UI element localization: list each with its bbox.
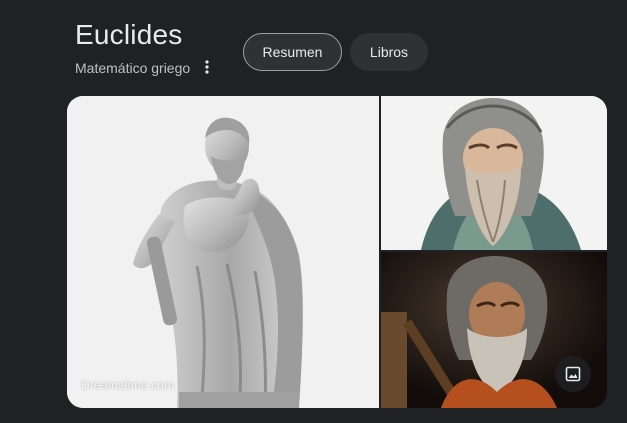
image-gallery: Dreamstime.com — [67, 96, 607, 408]
more-vert-icon — [205, 60, 209, 74]
statue-illustration — [67, 96, 379, 408]
more-options-button[interactable] — [196, 56, 218, 78]
portrait-drawing-illustration — [381, 96, 607, 250]
chip-resumen[interactable]: Resumen — [243, 33, 342, 71]
chip-label: Libros — [369, 44, 409, 60]
entity-subtitle: Matemático griego — [75, 60, 191, 76]
gallery-image-portrait-painting[interactable] — [381, 252, 607, 408]
gallery-image-portrait-drawing[interactable] — [381, 96, 607, 250]
entity-title: Euclides — [75, 19, 183, 50]
image-icon — [565, 366, 581, 382]
image-watermark: Dreamstime.com — [81, 378, 175, 392]
gallery-image-statue[interactable]: Dreamstime.com — [67, 96, 379, 408]
chip-libros[interactable]: Libros — [350, 33, 428, 71]
chip-label: Resumen — [262, 44, 323, 60]
knowledge-panel: Euclides Matemático griego Resumen Libro… — [0, 0, 627, 423]
view-images-button[interactable] — [555, 356, 591, 392]
